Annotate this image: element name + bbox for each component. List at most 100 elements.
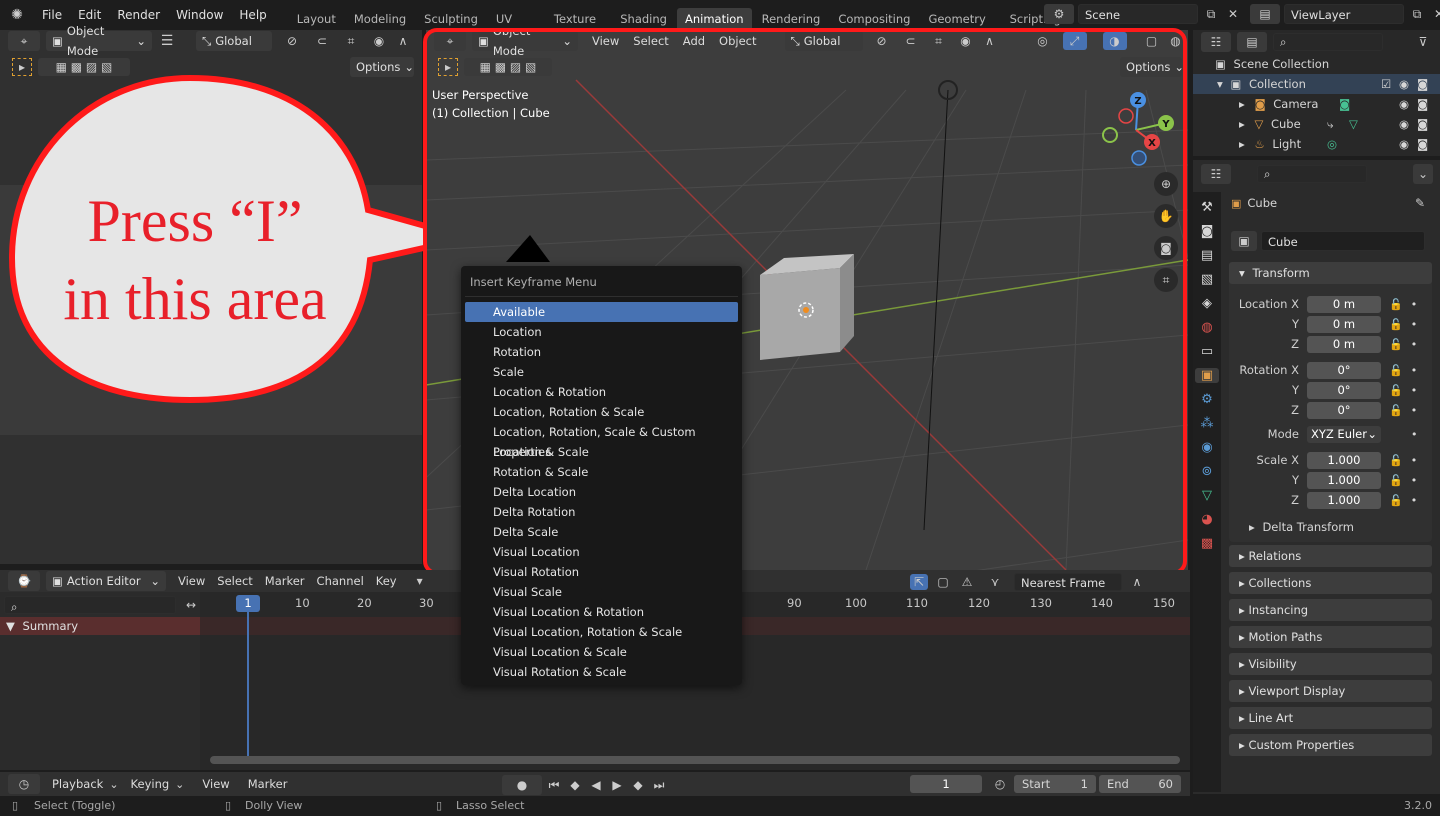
action-menu-view[interactable]: View	[178, 574, 205, 588]
keyframe-option-visual-lrs[interactable]: Visual Location, Rotation & Scale	[461, 622, 742, 642]
viewport-options-button[interactable]: Options ⌄	[1120, 57, 1184, 77]
view-layer-field[interactable]: ViewLayer	[1284, 4, 1404, 24]
collection-tab-icon[interactable]: ▭	[1201, 344, 1213, 359]
output-tab-icon[interactable]: ▤	[1201, 248, 1213, 263]
render-tab-icon[interactable]: ◙	[1201, 224, 1214, 239]
action-editor-type-icon[interactable]: ⌚	[8, 571, 40, 591]
keyframe-option-scale[interactable]: Scale	[461, 362, 742, 382]
navigation-gizmo[interactable]: Z Y X	[1096, 90, 1176, 170]
location-y-field[interactable]: 0 m	[1307, 315, 1381, 333]
outliner[interactable]: ☷ ▤ ⌕ ⊽ ▣ Scene Collection ▾ ▣ Collectio…	[1193, 30, 1440, 156]
panel-relations[interactable]: ▸ Relations	[1229, 545, 1432, 567]
proportional-edit-icon[interactable]: ◉	[370, 34, 388, 48]
lock-icon[interactable]: 🔓	[1389, 338, 1403, 351]
lock-icon[interactable]: 🔓	[1389, 318, 1403, 331]
outliner-filter-icon[interactable]: ⊽	[1411, 35, 1435, 49]
keyframe-option-delta-scale[interactable]: Delta Scale	[461, 522, 742, 542]
checkbox-icon[interactable]: ☑	[1381, 74, 1391, 94]
panel-visibility[interactable]: ▸ Visibility	[1229, 653, 1432, 675]
channel-search-input[interactable]: ⌕	[4, 596, 176, 614]
view-layer-selector-icon[interactable]: ▤	[1250, 4, 1280, 24]
lock-icon[interactable]: 🔓	[1389, 298, 1403, 311]
falloff-icon[interactable]: ∧	[981, 34, 999, 48]
menu-file[interactable]: File	[34, 8, 70, 22]
panel-line-art[interactable]: ▸ Line Art	[1229, 707, 1432, 729]
next-keyframe-icon[interactable]: ◆	[629, 778, 647, 792]
panel-custom-properties[interactable]: ▸ Custom Properties	[1229, 734, 1432, 756]
tab-layout[interactable]: Layout	[289, 8, 344, 30]
pivot-icon[interactable]: ⊘	[278, 34, 306, 48]
blender-logo-icon[interactable]: ✺	[0, 7, 34, 23]
neg-y-axis-icon[interactable]	[1102, 127, 1118, 143]
rotation-mode-dropdown[interactable]: XYZ Euler ⌄	[1307, 425, 1381, 443]
hamburger-icon[interactable]: ☰	[158, 33, 176, 49]
viewport-menu-view[interactable]: View	[592, 34, 619, 48]
keyframe-option-lrs-custom[interactable]: Location, Rotation, Scale & Custom Prope…	[461, 422, 742, 459]
show-hidden-icon[interactable]: ▢	[934, 575, 952, 589]
tab-uv-editing[interactable]: UV Editing	[488, 8, 544, 30]
summary-channel[interactable]: ▼ Summary	[0, 617, 200, 635]
neg-z-axis-icon[interactable]	[1131, 150, 1147, 166]
start-frame-field[interactable]: Start 1	[1014, 775, 1096, 793]
keyframe-option-rotation-scale[interactable]: Rotation & Scale	[461, 462, 742, 482]
scene-tab-icon[interactable]: ◈	[1202, 296, 1212, 311]
outliner-type-icon[interactable]: ☷	[1201, 32, 1231, 52]
pivot-icon[interactable]: ⊘	[869, 34, 895, 48]
lock-icon[interactable]: 🔓	[1389, 474, 1403, 487]
keyframe-option-available[interactable]: Available	[465, 302, 738, 322]
proportional-edit-icon[interactable]: ◉	[957, 34, 975, 48]
keyframe-option-delta-rotation[interactable]: Delta Rotation	[461, 502, 742, 522]
gizmo-toggle-icon[interactable]: ⤢	[1062, 32, 1087, 50]
camera-view-icon[interactable]: ◙	[1154, 236, 1178, 260]
keyframe-option-visual-rotation[interactable]: Visual Rotation	[461, 562, 742, 582]
tab-modeling[interactable]: Modeling	[346, 8, 414, 30]
texture-tab-icon[interactable]: ▩	[1201, 536, 1213, 551]
outliner-search-input[interactable]: ⌕	[1273, 33, 1383, 51]
shading-solid-icon[interactable]: ◍	[1167, 34, 1185, 48]
keyframe-option-delta-location[interactable]: Delta Location	[461, 482, 742, 502]
rotation-y-field[interactable]: 0°	[1307, 381, 1381, 399]
keyframe-dot[interactable]: •	[1411, 384, 1418, 397]
scale-y-field[interactable]: 1.000	[1307, 471, 1381, 489]
snap-target-icon[interactable]: ⌗	[338, 34, 364, 49]
tab-animation[interactable]: Animation	[676, 8, 752, 30]
timeline-menu-marker[interactable]: Marker	[248, 777, 288, 791]
eye-icon[interactable]: ◉	[1399, 114, 1409, 134]
pan-hand-icon[interactable]: ✋	[1154, 204, 1178, 228]
keyframe-option-location[interactable]: Location	[461, 322, 742, 342]
current-frame-field[interactable]: 1	[910, 775, 982, 793]
viewport-menu-object[interactable]: Object	[719, 34, 756, 48]
action-menu-key[interactable]: Key	[376, 574, 397, 588]
left-orientation-dropdown[interactable]: ⤡ Global	[196, 31, 272, 51]
rotation-x-field[interactable]: 0°	[1307, 361, 1381, 379]
keyframe-option-rotation[interactable]: Rotation	[461, 342, 742, 362]
prev-keyframe-icon[interactable]: ◆	[566, 778, 584, 792]
viewport-orientation-dropdown[interactable]: ⤡ Global	[784, 31, 863, 51]
particles-tab-icon[interactable]: ⁂	[1201, 416, 1214, 431]
falloff-icon[interactable]: ∧	[394, 34, 412, 48]
swap-icon[interactable]: ↔	[180, 598, 202, 612]
keyframe-option-location-rotation[interactable]: Location & Rotation	[461, 382, 742, 402]
keyframe-option-visual-location-rotation[interactable]: Visual Location & Rotation	[461, 602, 742, 622]
visibility-icon[interactable]: ◎	[1029, 34, 1057, 48]
display-mode-icon[interactable]: ▤	[1237, 32, 1267, 52]
end-frame-field[interactable]: End 60	[1099, 775, 1181, 793]
object-browse-icon[interactable]: ▣	[1231, 231, 1257, 251]
horizontal-scrollbar[interactable]	[210, 756, 1180, 764]
proportional-key-icon[interactable]: ∧	[1128, 575, 1146, 589]
tab-texture-paint[interactable]: Texture Paint	[546, 8, 610, 30]
material-tab-icon[interactable]: ◕	[1201, 512, 1212, 527]
properties-search-input[interactable]: ⌕	[1257, 165, 1367, 183]
cube-object[interactable]	[760, 254, 854, 360]
left-mode-dropdown[interactable]: ▣ Object Mode ⌄	[46, 24, 152, 58]
properties-options-icon[interactable]: ⌄	[1413, 164, 1433, 184]
viewport-select-tool-icon[interactable]: ▸	[438, 58, 458, 76]
location-x-field[interactable]: 0 m	[1307, 295, 1381, 313]
viewport-mode-dropdown[interactable]: ▣ Object Mode ⌄	[472, 30, 578, 58]
camera-render-icon[interactable]: ◙	[1417, 114, 1428, 134]
snap-icon[interactable]: ⊂	[312, 34, 332, 48]
lock-icon[interactable]: 🔓	[1389, 454, 1403, 467]
new-view-layer-icon[interactable]: ⧉	[1408, 7, 1426, 22]
camera-render-icon[interactable]: ◙	[1417, 94, 1428, 114]
menu-help[interactable]: Help	[231, 8, 274, 22]
